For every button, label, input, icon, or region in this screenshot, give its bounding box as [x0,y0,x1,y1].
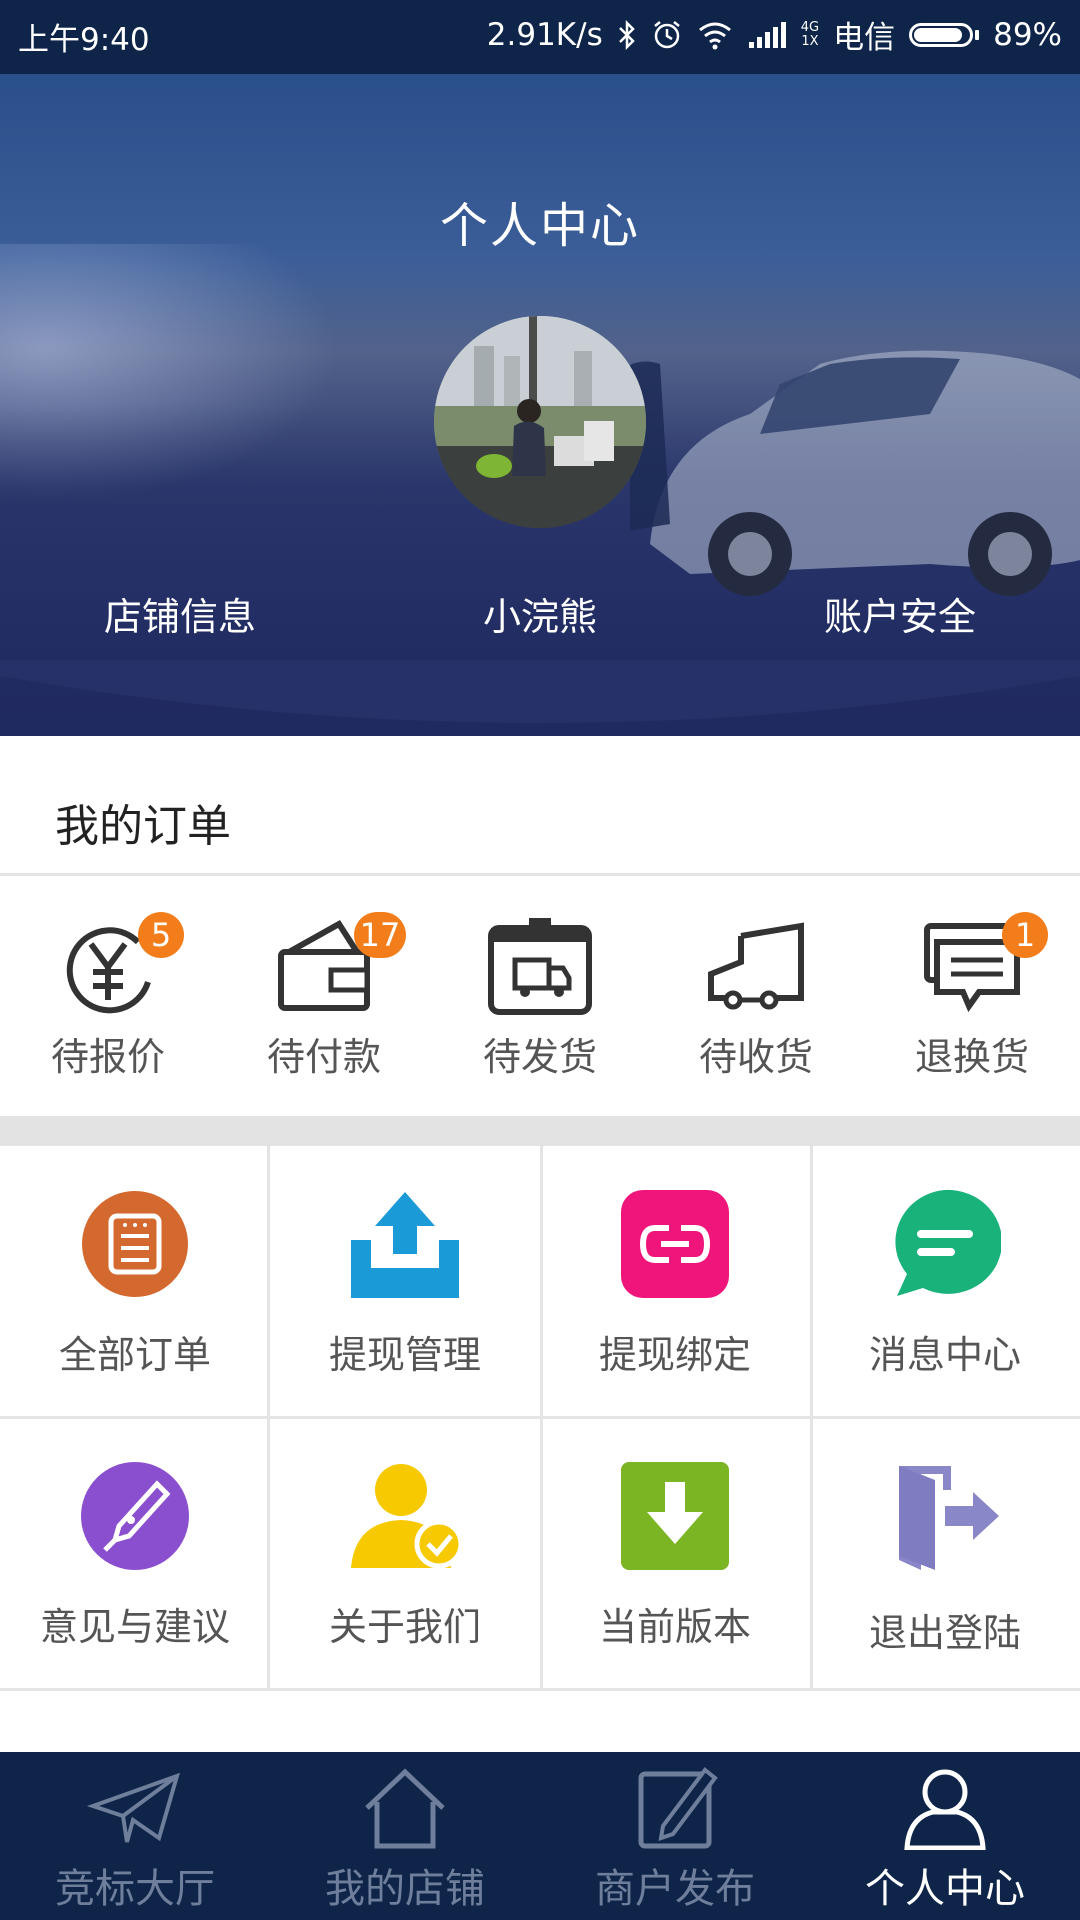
grid-label: 提现管理 [328,1333,481,1377]
divider [0,873,1080,876]
order-label: 待发货 [482,1035,597,1079]
wifi-icon [698,22,731,49]
grid-label: 关于我们 [328,1605,481,1649]
alarm-icon [653,20,680,48]
order-label: 退换货 [914,1035,1029,1079]
logout-button[interactable]: 退出登陆 [810,1418,1080,1688]
link-icon [621,1190,729,1298]
bottom-navigation: 竞标大厅 我的店铺 商户发布 个人中心 [0,1752,1080,1920]
pen-icon [81,1462,189,1570]
order-pending-receipt[interactable]: 待收货 [648,912,864,1082]
feedback-button[interactable]: 意见与建议 [0,1418,270,1688]
grid-label: 消息中心 [868,1333,1021,1377]
about-us-button[interactable]: 关于我们 [270,1418,540,1688]
order-pending-quote[interactable]: 5 待报价 [0,912,216,1082]
order-label: 待报价 [50,1035,165,1079]
grid-label: 全部订单 [58,1333,211,1377]
grid-label: 意见与建议 [39,1605,230,1649]
order-pending-shipment[interactable]: 待发货 [432,912,648,1082]
message-center-button[interactable]: 消息中心 [810,1146,1080,1416]
header-curve [0,660,1080,723]
badge-count: 5 [138,912,184,958]
battery-icon [909,22,980,47]
store-info-link[interactable]: 店铺信息 [80,586,280,641]
user-check-icon [351,1464,461,1569]
avatar[interactable] [434,316,646,528]
delivery-truck-icon [708,922,804,1010]
signal-icon [748,21,786,48]
current-version-button[interactable]: 当前版本 [540,1418,810,1688]
person-icon [904,1769,986,1850]
truck-box-icon [488,918,592,1015]
nav-bidding-hall[interactable]: 竞标大厅 [0,1752,270,1920]
battery-percent: 89% [993,16,1062,53]
badge-count: 1 [1002,912,1048,958]
chat-bubble-icon [895,1189,1001,1296]
order-list-icon [82,1191,188,1297]
exit-door-icon [899,1466,999,1570]
edit-icon [638,1767,718,1849]
order-returns[interactable]: 1 退换货 [864,912,1080,1082]
nav-label: 我的店铺 [325,1866,485,1912]
grid-label: 提现绑定 [598,1333,751,1377]
badge-count: 17 [354,912,406,958]
order-label: 待收货 [698,1035,813,1079]
account-security-link[interactable]: 账户安全 [800,586,1000,641]
paper-plane-icon [87,1772,181,1843]
grid-divider [0,1688,1080,1691]
network-type: 4G 1X [800,19,820,49]
order-pending-payment[interactable]: 17 待付款 [216,912,432,1082]
download-icon [621,1462,729,1570]
all-orders-button[interactable]: 全部订单 [0,1146,270,1416]
grid-label: 退出登陆 [868,1611,1021,1655]
avatar-photo [434,316,646,528]
nav-my-store[interactable]: 我的店铺 [270,1752,540,1920]
username: 小浣熊 [482,595,597,639]
my-orders-title: 我的订单 [55,801,231,852]
nav-label: 个人中心 [865,1866,1025,1912]
order-label: 待付款 [266,1035,381,1079]
network-speed: 2.91K/s [486,16,603,53]
grid-label: 当前版本 [598,1605,751,1649]
status-bar: 上午9:40 2.91K/s 4G 1X 电信 89% [0,0,1080,74]
status-time: 上午9:40 [18,22,150,58]
carrier-name: 电信 [833,20,896,56]
withdraw-management-button[interactable]: 提现管理 [270,1146,540,1416]
withdraw-upload-icon [351,1192,459,1298]
profile-header: 个人中心 店铺信息 小浣熊 账户安全 [0,74,1080,736]
nav-personal-center[interactable]: 个人中心 [810,1752,1080,1920]
nav-label: 商户发布 [595,1866,755,1912]
nav-merchant-publish[interactable]: 商户发布 [540,1752,810,1920]
withdraw-binding-button[interactable]: 提现绑定 [540,1146,810,1416]
page-title: 个人中心 [439,198,640,254]
nav-label: 竞标大厅 [55,1866,215,1912]
section-separator [0,1116,1080,1146]
home-icon [365,1768,445,1849]
bluetooth-icon [618,19,635,50]
grid-divider [0,1416,1080,1419]
